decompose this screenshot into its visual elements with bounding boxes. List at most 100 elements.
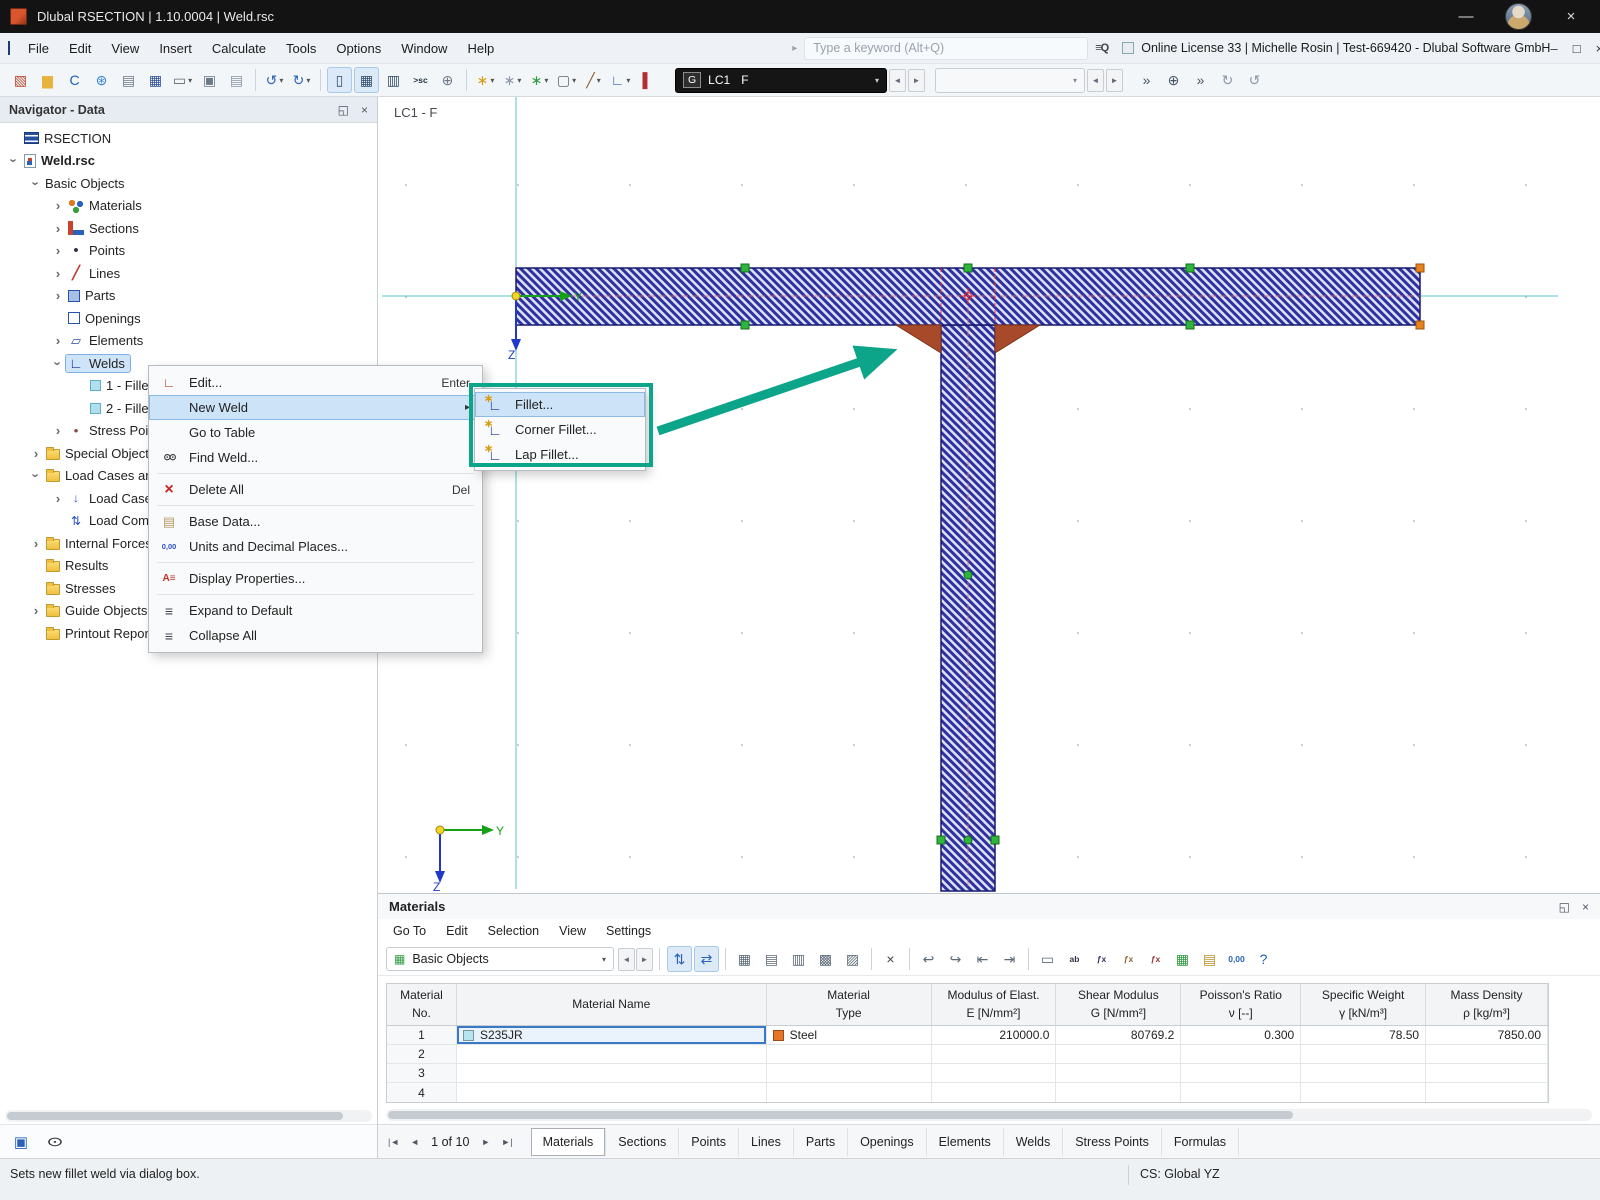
next-page-button[interactable]: ►: [479, 1135, 492, 1149]
column-header-material-no[interactable]: MaterialNo.: [387, 984, 457, 1025]
table-cell[interactable]: [932, 1083, 1057, 1102]
more-views-icon[interactable]: »: [1188, 67, 1213, 93]
excel-export-icon[interactable]: ▦: [1170, 946, 1195, 972]
table-export-icon[interactable]: ▤: [759, 946, 784, 972]
menu-help[interactable]: Help: [457, 36, 504, 61]
mdi-close-icon[interactable]: ×: [1596, 41, 1600, 56]
expander-icon[interactable]: ›: [50, 288, 66, 303]
context-item-find-weld[interactable]: Find Weld...: [149, 445, 482, 470]
context-item-collapse-all[interactable]: Collapse All: [149, 623, 482, 648]
float-panel-icon[interactable]: ◱: [338, 103, 349, 117]
fill-pattern-icon[interactable]: ▩: [813, 946, 838, 972]
context-item-units-and-decimal-places[interactable]: Units and Decimal Places...: [149, 534, 482, 559]
view-manager-icon[interactable]: ▥: [381, 67, 406, 93]
chevron-down-icon[interactable]: ▾: [602, 955, 606, 964]
new-object-icon[interactable]: ∗▾: [473, 67, 498, 93]
tree-item-basic-objects[interactable]: ›Basic Objects: [0, 172, 377, 195]
materials-menu-settings[interactable]: Settings: [597, 921, 660, 941]
expander-icon[interactable]: ›: [50, 243, 66, 258]
table-tab-welds[interactable]: Welds: [1004, 1128, 1064, 1156]
renumber-icon[interactable]: ⊕: [435, 67, 460, 93]
expander-icon[interactable]: ›: [50, 423, 66, 438]
dropdown-arrow-icon[interactable]: ▾: [188, 76, 192, 85]
table-cell[interactable]: 2: [387, 1045, 457, 1063]
table-tab-elements[interactable]: Elements: [927, 1128, 1004, 1156]
materials-menu-edit[interactable]: Edit: [437, 921, 477, 941]
table-cell[interactable]: [1181, 1064, 1301, 1082]
transfer-icon[interactable]: ▨: [840, 946, 865, 972]
table-cell[interactable]: [767, 1045, 932, 1063]
printout-report-icon[interactable]: ▤: [116, 67, 141, 93]
table-cell[interactable]: [1181, 1083, 1301, 1102]
tree-item-lines[interactable]: ›Lines: [0, 262, 377, 285]
menu-view[interactable]: View: [101, 36, 149, 61]
next-table-button[interactable]: ►: [636, 948, 653, 971]
secondary-combo[interactable]: ▾: [935, 68, 1085, 93]
column-header-material-name[interactable]: Material Name: [457, 984, 767, 1025]
diagram-icon[interactable]: ▌: [635, 67, 660, 93]
menu-calculate[interactable]: Calculate: [202, 36, 276, 61]
table-cell[interactable]: 78.50: [1301, 1026, 1426, 1044]
search-shortcut-icon[interactable]: ≡Q: [1095, 42, 1108, 54]
expander-icon[interactable]: ›: [50, 221, 66, 236]
user-avatar[interactable]: [1505, 3, 1532, 30]
row-display-icon[interactable]: ▭: [1035, 946, 1060, 972]
table-cell[interactable]: 1: [387, 1026, 457, 1044]
table-tab-parts[interactable]: Parts: [794, 1128, 848, 1156]
table-tab-lines[interactable]: Lines: [739, 1128, 794, 1156]
import-table-icon[interactable]: ▤: [1197, 946, 1222, 972]
close-panel-icon[interactable]: ×: [1582, 900, 1589, 914]
expander-icon[interactable]: ›: [7, 153, 22, 169]
table-cell[interactable]: 210000.0: [932, 1026, 1057, 1044]
dropdown-arrow-icon[interactable]: ▾: [626, 76, 630, 85]
dropdown-arrow-icon[interactable]: ▾: [279, 76, 283, 85]
previous-item-button[interactable]: ◄: [1087, 69, 1104, 92]
reset-view-icon[interactable]: ↺: [1242, 67, 1267, 93]
materials-menu-view[interactable]: View: [550, 921, 595, 941]
clear-table-icon[interactable]: ×: [878, 946, 903, 972]
table-columns-icon[interactable]: ▦: [732, 946, 757, 972]
menu-window[interactable]: Window: [391, 36, 457, 61]
submenu-item-lap-fillet[interactable]: Lap Fillet...: [475, 442, 645, 467]
copy-icon[interactable]: ▣: [197, 67, 222, 93]
shift-right-icon[interactable]: ⇥: [997, 946, 1022, 972]
first-page-button[interactable]: |◄: [386, 1135, 401, 1149]
menu-file[interactable]: File: [18, 36, 59, 61]
formula-remove-icon[interactable]: ƒx: [1116, 946, 1141, 972]
formula-edit-icon[interactable]: ƒx: [1143, 946, 1168, 972]
context-item-base-data[interactable]: Base Data...: [149, 509, 482, 534]
edit-object-icon[interactable]: ∗▾: [500, 67, 525, 93]
close-panel-icon[interactable]: ×: [361, 103, 368, 117]
tree-item-parts[interactable]: ›Parts: [0, 285, 377, 308]
menu-edit[interactable]: Edit: [59, 36, 101, 61]
tree-item-sections[interactable]: ›Sections: [0, 217, 377, 240]
visibility-eye-icon[interactable]: ⊙: [34, 1130, 76, 1154]
table-tab-points[interactable]: Points: [679, 1128, 739, 1156]
table-cell[interactable]: [1426, 1083, 1548, 1102]
context-item-new-weld[interactable]: New Weld▸: [149, 395, 482, 420]
table-group-combo[interactable]: ▦ Basic Objects ▾: [386, 947, 614, 971]
edit-annotation-icon[interactable]: ∟▾: [608, 67, 633, 93]
context-item-display-properties[interactable]: Display Properties...: [149, 566, 482, 591]
close-button[interactable]: ×: [1558, 8, 1584, 25]
tree-item-rsection[interactable]: RSECTION: [0, 127, 377, 150]
navigator-hscrollbar[interactable]: [5, 1110, 372, 1122]
more-tools-icon[interactable]: »: [1134, 67, 1159, 93]
pan-icon[interactable]: ⊕: [1161, 67, 1186, 93]
column-header-specific-weight-kn-m[interactable]: Specific Weightγ [kN/m³]: [1301, 984, 1426, 1025]
table-cell[interactable]: [1426, 1064, 1548, 1082]
format-painter-icon[interactable]: ╱▾: [581, 67, 606, 93]
menu-insert[interactable]: Insert: [149, 36, 202, 61]
navigator-panels-icon[interactable]: ▣: [8, 1130, 34, 1154]
table-cell[interactable]: Steel: [767, 1026, 932, 1044]
expander-icon[interactable]: ›: [28, 536, 44, 551]
context-item-go-to-table[interactable]: Go to Table: [149, 420, 482, 445]
table-tab-openings[interactable]: Openings: [848, 1128, 927, 1156]
table-cell[interactable]: 0.300: [1181, 1026, 1301, 1044]
expander-icon[interactable]: ›: [29, 175, 44, 191]
table-cell[interactable]: [1301, 1064, 1426, 1082]
table-cell[interactable]: [932, 1064, 1057, 1082]
help-icon[interactable]: ?: [1251, 946, 1276, 972]
previous-page-button[interactable]: ◄: [408, 1135, 421, 1149]
column-header-mass-density-kg-m[interactable]: Mass Densityρ [kg/m³]: [1426, 984, 1548, 1025]
